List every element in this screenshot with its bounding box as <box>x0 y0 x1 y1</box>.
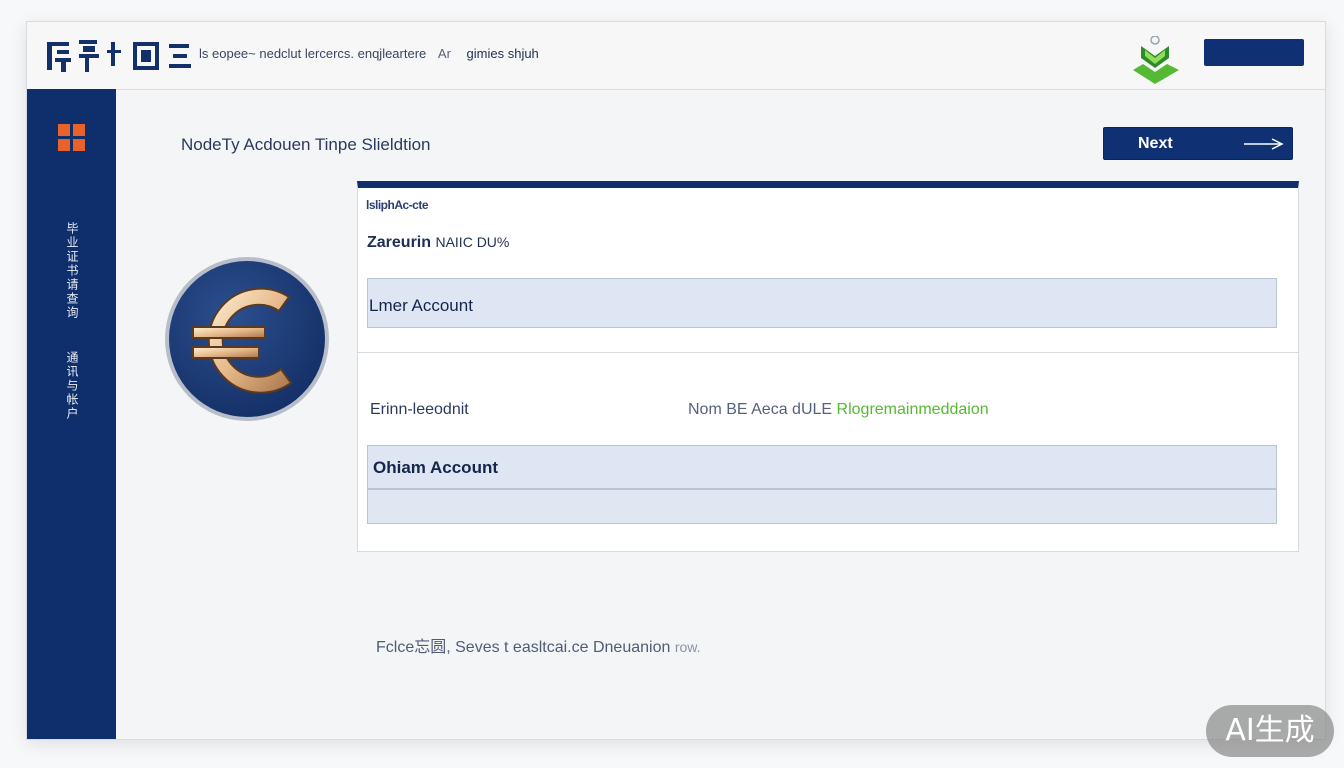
header-action-button[interactable] <box>1204 39 1304 66</box>
account-option-2-label: Ohiam Account <box>373 458 498 477</box>
header-tagline: ls eopee~ nedclut lercercs. enqjleartere… <box>199 46 539 61</box>
next-button-label: Next <box>1138 135 1173 152</box>
card2-left-label: Erinn-leeodnit <box>370 401 469 418</box>
sidebar-vertical-text-1[interactable]: 毕业证书请查询 <box>57 222 81 342</box>
ai-generated-watermark: AI生成 <box>1206 705 1334 757</box>
page-title: NodeTy Acdouen Tinpe Slieldtion <box>181 135 431 154</box>
footer-note-faint: row. <box>674 639 701 655</box>
tagline-strong: gimies shjuh <box>466 46 539 61</box>
account-type-card-1: lsliphAc-cte Zareurin NAIIC DU% Lmer Acc… <box>357 181 1299 353</box>
shield-chevron-icon[interactable] <box>1127 35 1185 88</box>
windows-grid-icon[interactable] <box>58 124 85 151</box>
card-tiny-label: lsliphAc-cte <box>366 198 429 212</box>
top-bar: ls eopee~ nedclut lercercs. enqjleartere… <box>27 22 1325 90</box>
sidebar: 毕业证书请查询 通讯与帐户 <box>27 89 116 739</box>
tagline-mid: Ar <box>437 46 451 61</box>
account-type-card-2: Erinn-leeodnit Nom BE Aeca dULE Rlogrema… <box>357 352 1299 552</box>
brand-logo[interactable] <box>45 36 195 76</box>
sub-label-thin: NAIIC DU% <box>435 234 510 250</box>
arrow-right-icon <box>1244 138 1284 150</box>
euro-coin-icon <box>161 255 333 423</box>
app-window: ls eopee~ nedclut lercercs. enqjleartere… <box>26 21 1326 740</box>
next-button[interactable]: Next <box>1103 127 1293 160</box>
card2-right-label-green[interactable]: Rlogremainmeddaion <box>837 401 989 418</box>
card-sub-label: Zareurin NAIIC DU% <box>367 234 509 252</box>
card2-right-label-text: Nom BE Aeca dULE <box>688 401 833 418</box>
card2-right-label: Nom BE Aeca dULE Rlogremainmeddaion <box>688 401 989 419</box>
seal-logo-icon <box>47 40 191 72</box>
account-option-1-label: Lmer Account <box>369 296 473 315</box>
footer-note: Fclce忘圆, Seves t easltcai.ce Dneuanion r… <box>376 633 701 657</box>
account-option-1[interactable]: Lmer Account <box>367 278 1277 328</box>
tagline-main: ls eopee~ nedclut lercercs. enqjleartere <box>199 46 427 61</box>
account-option-3[interactable] <box>367 489 1277 524</box>
sidebar-vertical-text-2[interactable]: 通讯与帐户 <box>57 351 81 461</box>
sub-label-bold: Zareurin <box>367 234 432 251</box>
footer-note-text: Fclce忘圆, Seves t easltcai.ce Dneuanion <box>376 639 671 656</box>
account-option-2[interactable]: Ohiam Account <box>367 445 1277 489</box>
